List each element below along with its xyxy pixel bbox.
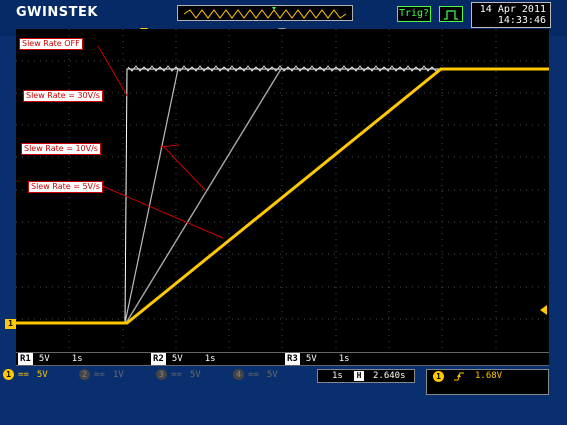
ref-r1[interactable]: R1 5V 1s [18,353,105,365]
annotation-slew-rate-30: Slew Rate = 30V/s [23,90,103,102]
horizontal-position-value: 2.640s [373,371,406,381]
annotation-slew-rate-5: Slew Rate = 5V/s [28,181,103,193]
ref-r3-time: 1s [338,354,350,364]
ref-waveform-30vs [124,68,179,324]
time-text: 14:33:46 [497,15,546,26]
channel-4-volts: 5V [266,370,278,380]
annotation-slew-rate-off: Slew Rate OFF [19,38,83,50]
ref-r1-time: 1s [71,354,83,364]
trigger-edge-icon [439,6,463,22]
ref-r3[interactable]: R3 5V 1s [285,353,372,365]
waveform-display[interactable]: Slew Rate OFF Slew Rate = 30V/s Slew Rat… [16,29,549,352]
dc-coupling-icon: == [248,370,259,380]
trigger-status: Trig? [397,6,431,22]
ref-r1-label: R1 [18,353,33,365]
rising-edge-icon [454,372,464,381]
brand-logo: GWINSTEK [16,5,98,20]
ch1-ground-marker[interactable]: 1 [5,319,16,329]
trigger-settings[interactable]: 1 1.68V [426,369,549,395]
ref-r1-volts: 5V [38,354,50,364]
callout-leader-10 [163,146,206,191]
date-time-display: 14 Apr 2011 14:33:46 [471,2,551,28]
channel-2-volts: 1V [112,370,124,380]
channel-4-number: 4 [233,369,244,380]
channel-1-number: 1 [3,369,14,380]
channel-3-status[interactable]: 3 == 5V [156,369,201,381]
ref-waveform-10vs [125,68,282,324]
trigger-level-value: 1.68V [475,371,503,381]
dc-coupling-icon: == [18,370,29,380]
ref-r3-label: R3 [285,353,300,365]
channel-3-number: 3 [156,369,167,380]
horizontal-settings[interactable]: 1s H 2.640s [317,369,415,383]
trigger-source-number: 1 [433,371,444,382]
channel-1-volts: 5V [36,370,48,380]
ref-r2[interactable]: R2 5V 1s [151,353,238,365]
ref-r2-time: 1s [204,354,216,364]
memory-waveform-icon [183,7,347,19]
channel-1-status[interactable]: 1 == 5V [3,369,48,381]
dc-coupling-icon: == [94,370,105,380]
ref-r2-volts: 5V [171,354,183,364]
annotation-slew-rate-10: Slew Rate = 10V/s [21,143,101,155]
trigger-level-marker[interactable] [540,305,547,315]
dc-coupling-icon: == [171,370,182,380]
timebase-value: 1s [332,371,343,381]
channel-3-volts: 5V [189,370,201,380]
ref-r2-label: R2 [151,353,166,365]
memory-timebar [177,5,353,21]
channel-2-number: 2 [79,369,90,380]
channel-4-status[interactable]: 4 == 5V [233,369,278,381]
horizontal-position-icon: H [354,371,364,381]
channel-2-status[interactable]: 2 == 1V [79,369,124,381]
reference-waveform-bar: R1 5V 1s R2 5V 1s R3 5V 1s [16,352,549,366]
date-text: 14 Apr 2011 [479,4,546,15]
callout-leader-30 [159,144,180,148]
ref-r3-volts: 5V [305,354,317,364]
trigger-position-marker [272,7,276,10]
